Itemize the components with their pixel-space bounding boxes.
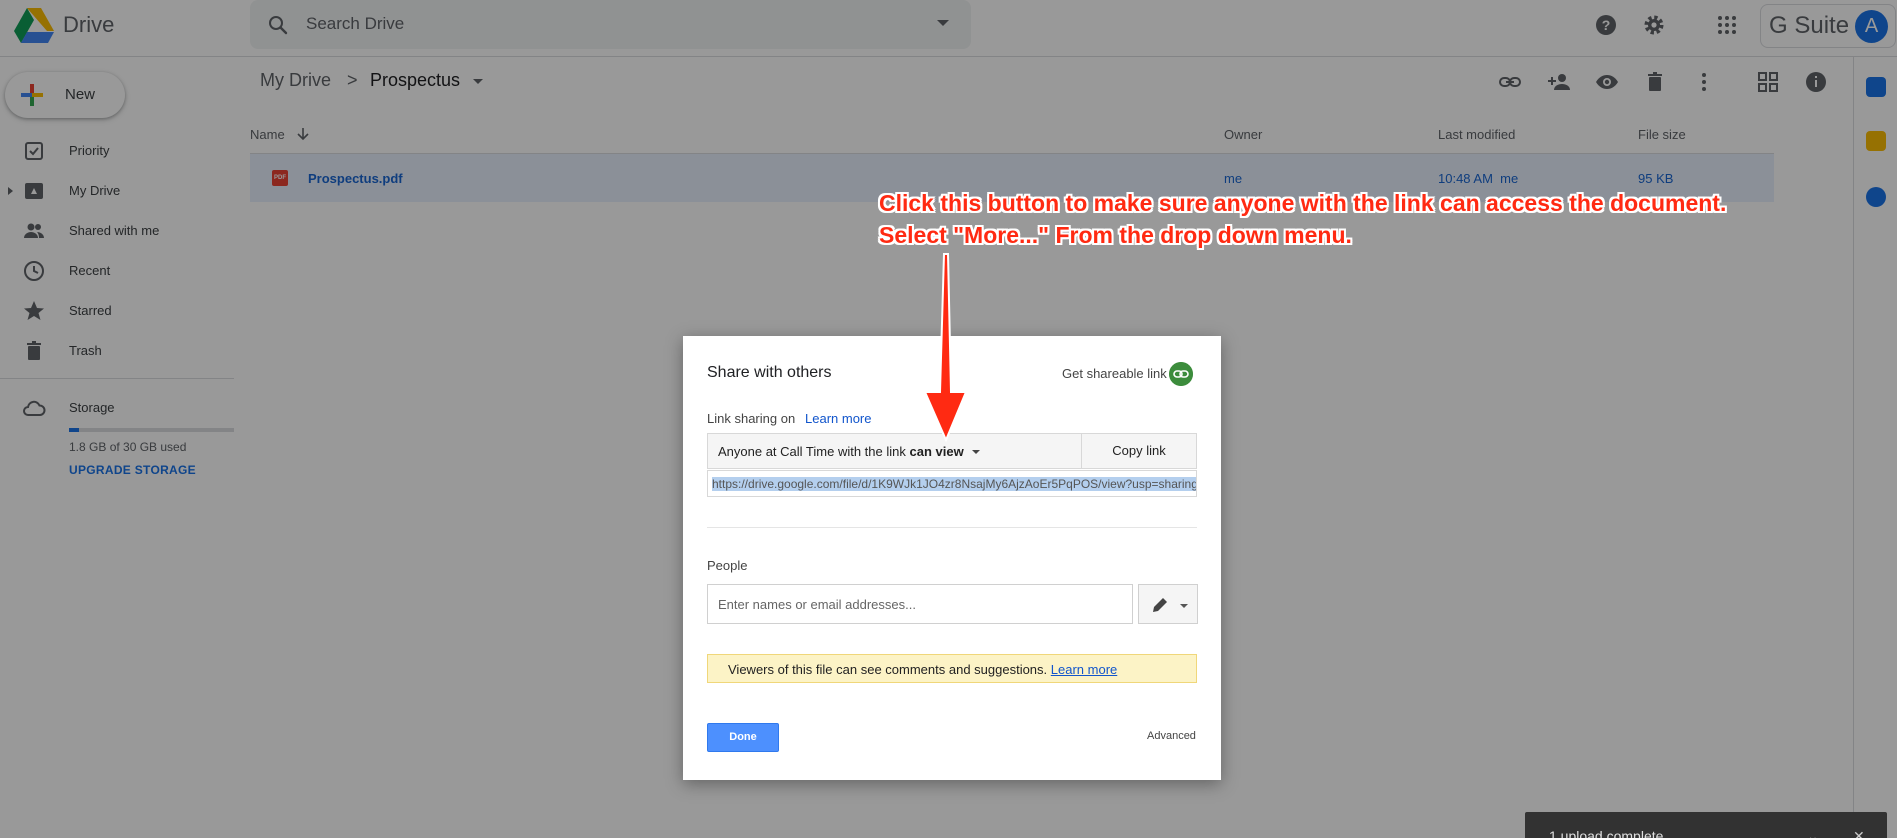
toast-message: 1 upload complete	[1549, 828, 1664, 838]
dialog-title: Share with others	[707, 364, 832, 381]
annotation-line-2: Select "More..." From the drop down menu…	[879, 222, 1352, 248]
people-email-input[interactable]: Enter names or email addresses...	[707, 584, 1133, 624]
close-icon[interactable]: ✕	[1853, 828, 1869, 838]
advanced-settings-link[interactable]: Advanced	[1147, 730, 1196, 742]
comments-notice-banner: Viewers of this file can see comments an…	[707, 654, 1197, 683]
people-label: People	[707, 558, 748, 573]
people-input-placeholder: Enter names or email addresses...	[718, 597, 916, 612]
link-sharing-status: Link sharing on	[707, 411, 796, 426]
learn-more-link[interactable]: Learn more	[805, 411, 871, 426]
dropdown-caret-icon	[972, 450, 980, 454]
share-url-field[interactable]: https://drive.google.com/file/d/1K9WJk1J…	[707, 470, 1197, 497]
notice-message: Viewers of this file can see comments an…	[728, 662, 1048, 677]
pencil-edit-icon	[1153, 598, 1167, 612]
chevron-down-icon[interactable]: ⌄	[1807, 828, 1823, 838]
link-access-label: Anyone at Call Time with the link can vi…	[718, 444, 964, 459]
access-level: can view	[909, 444, 964, 459]
instruction-annotation: Click this button to make sure anyone wi…	[879, 187, 1779, 251]
share-dialog: Share with others Get shareable link Lin…	[683, 336, 1221, 780]
notice-text: Viewers of this file can see comments an…	[728, 662, 1117, 677]
get-shareable-link-label[interactable]: Get shareable link	[1062, 366, 1167, 381]
done-button[interactable]: Done	[707, 723, 779, 752]
permission-dropdown-button[interactable]	[1138, 584, 1198, 624]
access-prefix: Anyone at Call Time with the link	[718, 444, 906, 459]
notice-learn-more-link[interactable]: Learn more	[1051, 662, 1117, 677]
dropdown-caret-icon	[1180, 604, 1188, 608]
copy-link-button[interactable]: Copy link	[1081, 433, 1197, 469]
shareable-link-icon[interactable]	[1169, 362, 1193, 386]
link-access-dropdown[interactable]: Anyone at Call Time with the link can vi…	[707, 433, 1082, 469]
upload-status-toast: 1 upload complete ⌄ ✕	[1525, 812, 1887, 838]
dialog-divider	[707, 527, 1197, 528]
annotation-line-1: Click this button to make sure anyone wi…	[879, 190, 1727, 216]
share-url-text: https://drive.google.com/file/d/1K9WJk1J…	[712, 477, 1197, 491]
